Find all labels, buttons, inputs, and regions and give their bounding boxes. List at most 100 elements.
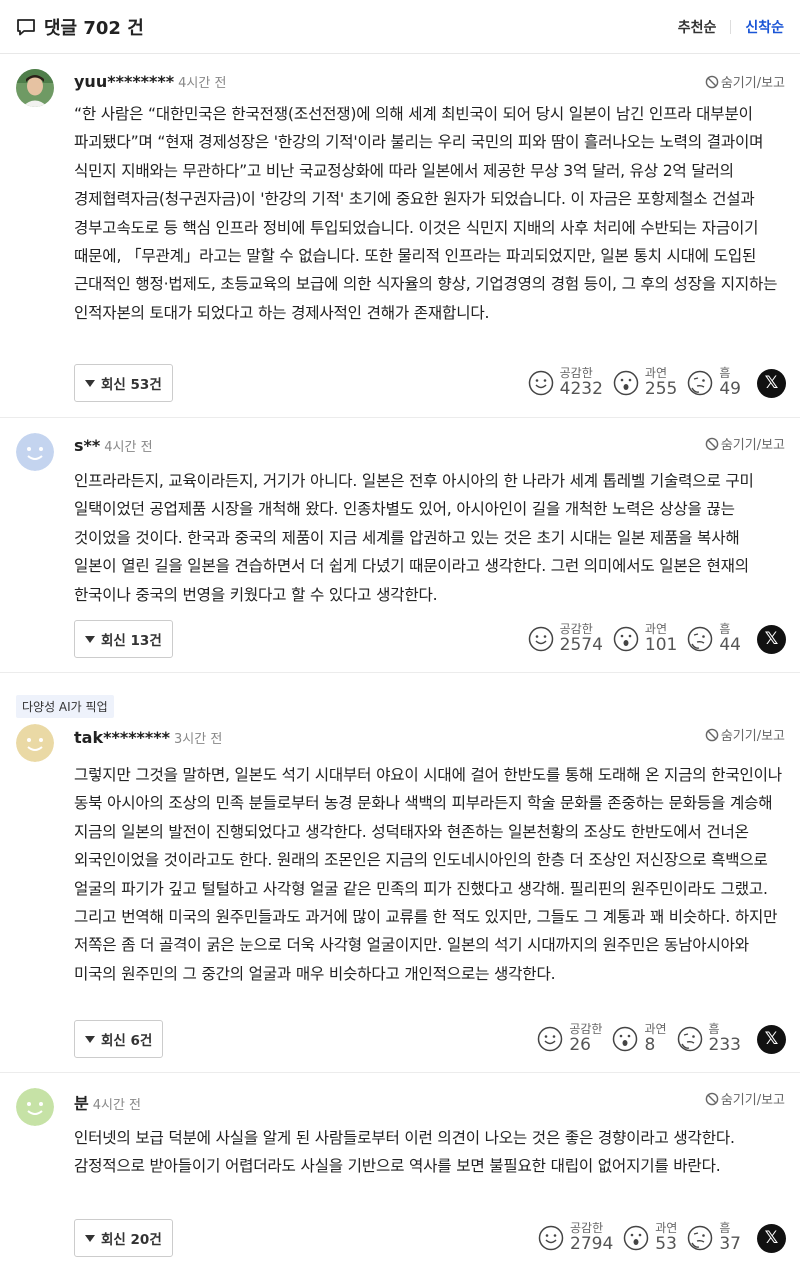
avatar[interactable]	[16, 724, 54, 762]
comment-item: s** 4시간 전 숨기기/보고 인프라라든지, 교육이라든지, 거기가 아니다.…	[0, 418, 800, 673]
comment-time: 4시간 전	[178, 76, 227, 91]
share-x-button[interactable]: 𝕏	[757, 368, 786, 398]
block-icon	[705, 437, 719, 450]
like-count: 2574	[559, 635, 603, 656]
like-count: 2794	[570, 1234, 614, 1255]
replies-button[interactable]: 회신 53건	[74, 364, 173, 402]
comment-author[interactable]: yuu******** 4시간 전	[74, 72, 226, 91]
thinking-icon	[688, 626, 713, 652]
hide-report-button[interactable]: 숨기기/보고	[705, 434, 785, 453]
comment-time: 4시간 전	[92, 1098, 142, 1113]
reaction-bar: 공감한 2574 과연 101 흠 44 𝕏	[528, 620, 786, 658]
hmm-reaction[interactable]: 흠 44	[687, 622, 741, 656]
share-x-button[interactable]: 𝕏	[757, 624, 786, 654]
thinking-icon	[688, 370, 713, 396]
hide-report-button[interactable]: 숨기기/보고	[705, 725, 785, 744]
hmm-count: 37	[719, 1234, 741, 1255]
sort-tabs: 추천순 신착순	[678, 17, 784, 37]
username[interactable]: 분	[74, 1094, 89, 1113]
comment-author[interactable]: s** 4시간 전	[74, 436, 153, 455]
caret-down-icon	[85, 1234, 95, 1242]
comments-title: 댓글 702 건	[16, 14, 144, 40]
like-count: 26	[569, 1035, 591, 1056]
smile-icon	[538, 1225, 564, 1251]
reaction-bar: 공감한 26 과연 8 흠 233 𝕏	[537, 1020, 786, 1058]
hide-report-button[interactable]: 숨기기/보고	[705, 72, 785, 91]
replies-button[interactable]: 회신 6건	[74, 1020, 164, 1058]
surprised-icon	[613, 1026, 638, 1052]
comment-author[interactable]: tak******** 3시간 전	[74, 728, 222, 747]
avatar[interactable]	[16, 1088, 54, 1126]
sort-recommend-tab[interactable]: 추천순	[678, 17, 717, 37]
comment-icon	[17, 18, 35, 35]
comment-item: 분 4시간 전 숨기기/보고 인터넷의 보급 덕분에 사실을 알게 된 사람들로부…	[0, 1073, 800, 1273]
comment-author[interactable]: 분 4시간 전	[74, 1090, 141, 1114]
avatar[interactable]	[16, 433, 54, 471]
share-x-button[interactable]: 𝕏	[757, 1024, 786, 1054]
hmm-reaction[interactable]: 흠 37	[687, 1221, 741, 1255]
x-logo-icon: 𝕏	[764, 1228, 779, 1248]
smile-icon	[528, 370, 553, 396]
replies-label: 회신 20건	[101, 1232, 162, 1248]
x-logo-icon: 𝕏	[764, 1029, 779, 1049]
hmm-count: 49	[719, 379, 741, 400]
thinking-icon	[677, 1026, 702, 1052]
wow-count: 255	[644, 379, 678, 400]
wow-count: 53	[655, 1234, 677, 1255]
avatar[interactable]	[16, 69, 54, 107]
wow-reaction[interactable]: 과연 53	[623, 1221, 677, 1255]
caret-down-icon	[85, 379, 95, 387]
sort-divider	[730, 19, 732, 34]
comment-time: 3시간 전	[174, 732, 223, 747]
hmm-reaction[interactable]: 흠 49	[687, 366, 741, 400]
replies-button[interactable]: 회신 20건	[74, 1219, 173, 1257]
comment-text: 그렇지만 그것을 말하면, 일본도 석기 시대부터 야요이 시대에 걸어 한반도…	[74, 766, 782, 983]
hide-report-label: 숨기기/보고	[720, 1093, 785, 1108]
like-reaction[interactable]: 공감한 2574	[528, 622, 603, 656]
hide-report-label: 숨기기/보고	[720, 729, 785, 744]
comment-text: 인프라라든지, 교육이라든지, 거기가 아니다. 일본은 전후 아시아의 한 나…	[74, 472, 754, 604]
username[interactable]: tak********	[74, 728, 170, 747]
surprised-icon	[624, 1225, 649, 1251]
hmm-count: 44	[719, 635, 741, 656]
hide-report-label: 숨기기/보고	[720, 438, 785, 453]
replies-label: 회신 13건	[101, 633, 162, 649]
like-reaction[interactable]: 공감한 26	[537, 1022, 602, 1056]
comment-time: 4시간 전	[104, 440, 153, 455]
wow-reaction[interactable]: 과연 255	[613, 366, 678, 400]
comment-text: 인터넷의 보급 덕분에 사실을 알게 된 사람들로부터 이런 의견이 나오는 것…	[74, 1129, 735, 1176]
smile-icon	[528, 626, 553, 652]
username[interactable]: s**	[74, 436, 100, 455]
reaction-bar: 공감한 4232 과연 255 흠 49 𝕏	[528, 364, 786, 402]
block-icon	[705, 728, 719, 741]
surprised-icon	[613, 370, 639, 396]
wow-count: 101	[644, 635, 678, 656]
caret-down-icon	[85, 1035, 95, 1043]
replies-button[interactable]: 회신 13건	[74, 620, 173, 658]
share-x-button[interactable]: 𝕏	[757, 1223, 786, 1253]
hide-report-button[interactable]: 숨기기/보고	[705, 1089, 785, 1108]
like-reaction[interactable]: 공감한 4232	[528, 366, 603, 400]
like-reaction[interactable]: 공감한 2794	[538, 1221, 614, 1255]
comment-text: “한 사람은 “대한민국은 한국전쟁(조선전쟁)에 의해 세계 최빈국이 되어 …	[74, 105, 778, 322]
caret-down-icon	[85, 635, 95, 643]
comments-count-title: 댓글 702 건	[44, 17, 144, 39]
replies-label: 회신 53건	[101, 377, 162, 393]
wow-count: 8	[644, 1035, 656, 1056]
surprised-icon	[613, 626, 639, 652]
hmm-count: 233	[708, 1035, 741, 1056]
hmm-reaction[interactable]: 흠 233	[677, 1022, 741, 1056]
ai-pickup-badge: 다양성 AI가 픽업	[16, 695, 114, 718]
x-logo-icon: 𝕏	[764, 373, 779, 393]
wow-reaction[interactable]: 과연 101	[613, 622, 678, 656]
comments-header: 댓글 702 건 추천순 신착순	[0, 0, 800, 54]
username[interactable]: yuu********	[74, 72, 174, 91]
wow-reaction[interactable]: 과연 8	[612, 1022, 667, 1056]
block-icon	[705, 75, 719, 88]
comment-item: yuu******** 4시간 전 숨기기/보고 “한 사람은 “대한민국은 한국…	[0, 54, 800, 418]
like-count: 4232	[559, 379, 603, 400]
sort-newest-tab[interactable]: 신착순	[745, 17, 784, 37]
reaction-bar: 공감한 2794 과연 53 흠 37 𝕏	[538, 1219, 786, 1257]
hide-report-label: 숨기기/보고	[720, 76, 785, 91]
x-logo-icon: 𝕏	[764, 629, 779, 649]
